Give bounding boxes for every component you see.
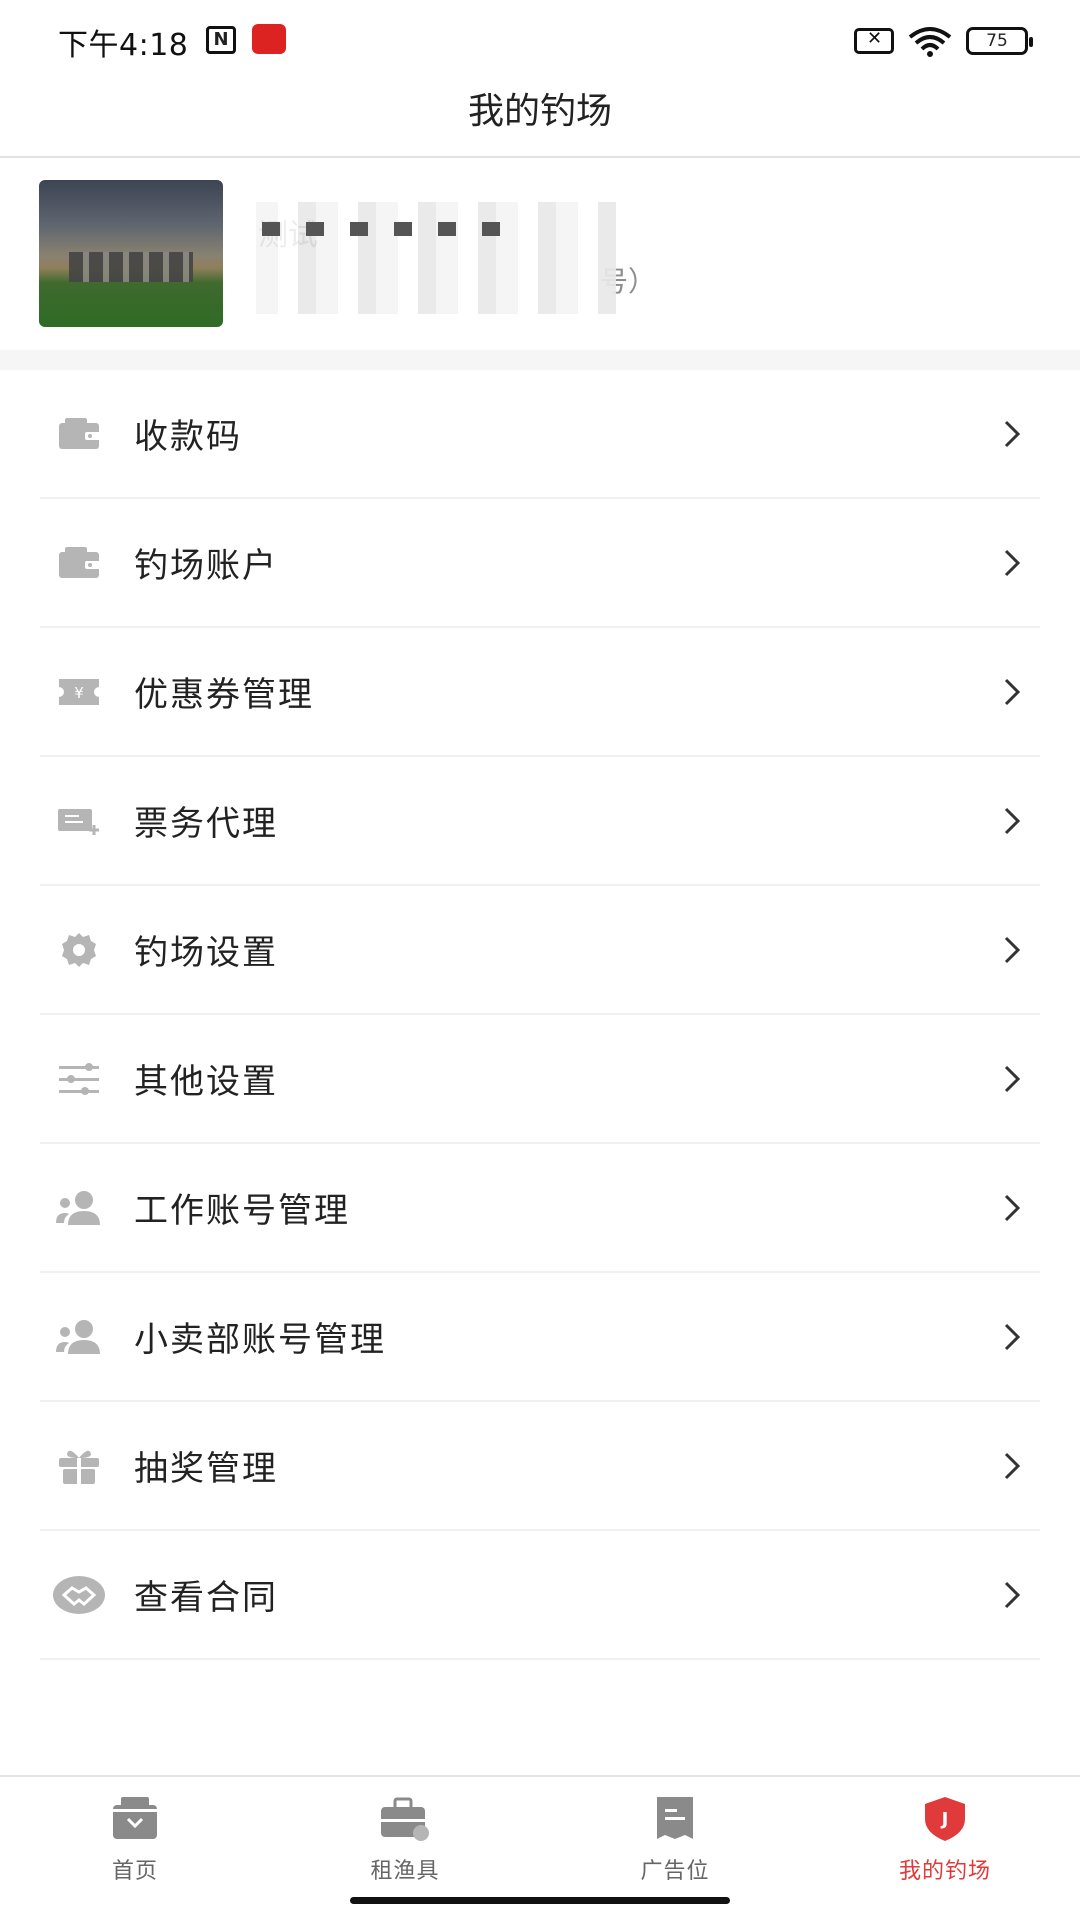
menu-item-other-settings[interactable]: 其他设置 [40, 1015, 1040, 1144]
app-notification-icon [252, 24, 286, 54]
gift-icon [50, 1437, 108, 1495]
menu-item-coupons[interactable]: ¥ 优惠券管理 [40, 628, 1040, 757]
tab-label: 首页 [111, 1859, 158, 1884]
chevron-right-icon [1004, 1194, 1021, 1221]
chevron-right-icon [1004, 1065, 1021, 1092]
tab-label: 我的钓场 [898, 1859, 991, 1884]
fishing-ground-profile[interactable]: 测试 号） [0, 160, 1080, 350]
menu-item-label: 其他设置 [134, 1062, 278, 1102]
fishing-ground-avatar[interactable] [39, 180, 223, 327]
svg-text:¥: ¥ [74, 684, 84, 702]
tab-label: 租渔具 [370, 1859, 440, 1884]
shield-j-icon: J [925, 1797, 965, 1841]
privacy-mosaic-dark [262, 222, 510, 236]
page-header: 我的钓场 [0, 80, 1080, 158]
menu-item-label: 抽奖管理 [134, 1449, 278, 1489]
ad-board-icon [657, 1797, 693, 1839]
toolbox-icon [381, 1797, 429, 1841]
home-indicator[interactable] [350, 1897, 730, 1904]
tab-my-fishing-ground[interactable]: J 我的钓场 [810, 1777, 1080, 1920]
sliders-icon [50, 1050, 108, 1108]
avatar-landscape-image [69, 252, 193, 282]
menu-item-shop-accounts[interactable]: 小卖部账号管理 [40, 1273, 1040, 1402]
home-box-icon [113, 1797, 157, 1839]
menu-item-label: 票务代理 [134, 804, 278, 844]
chevron-right-icon [1004, 807, 1021, 834]
menu-item-contract[interactable]: 查看合同 [40, 1531, 1040, 1660]
users-icon [50, 1308, 108, 1366]
chevron-right-icon [1004, 420, 1021, 447]
page-title: 我的钓场 [467, 91, 612, 132]
wallet-icon [50, 405, 108, 463]
chevron-right-icon [1004, 1323, 1021, 1350]
chevron-right-icon [1004, 936, 1021, 963]
nfc-icon: N [206, 26, 236, 54]
agent-ticket-icon [50, 792, 108, 850]
menu-item-label: 查看合同 [134, 1578, 278, 1618]
menu-item-ticket-agent[interactable]: 票务代理 [40, 757, 1040, 886]
menu-item-account[interactable]: 钓场账户 [40, 499, 1040, 628]
menu-item-label: 优惠券管理 [134, 675, 314, 715]
chevron-right-icon [1004, 678, 1021, 705]
menu-item-lottery[interactable]: 抽奖管理 [40, 1402, 1040, 1531]
users-icon [50, 1179, 108, 1237]
wallet-icon [50, 534, 108, 592]
chevron-right-icon [1004, 1581, 1021, 1608]
handshake-icon [50, 1566, 108, 1624]
menu-item-ground-settings[interactable]: 钓场设置 [40, 886, 1040, 1015]
battery-icon: 75 [966, 27, 1033, 55]
chevron-right-icon [1004, 1452, 1021, 1479]
menu-item-payment-code[interactable]: 收款码 [40, 370, 1040, 499]
privacy-mosaic [256, 202, 616, 314]
menu-list: 收款码 钓场账户 ¥ 优惠券管理 票务代理 钓场设置 其他设置 工作账号管理 小… [0, 370, 1080, 1660]
menu-item-label: 工作账号管理 [134, 1191, 350, 1231]
coupon-icon: ¥ [50, 663, 108, 721]
chevron-right-icon [1004, 549, 1021, 576]
section-divider [0, 350, 1080, 370]
no-sim-icon [854, 28, 894, 54]
svg-text:J: J [940, 1809, 949, 1830]
status-indicators: 75 [854, 24, 1033, 58]
tab-label: 广告位 [640, 1859, 710, 1884]
menu-item-staff-accounts[interactable]: 工作账号管理 [40, 1144, 1040, 1273]
menu-item-label: 钓场账户 [134, 546, 278, 586]
status-bar: 下午4:18 N 75 [0, 0, 1080, 80]
tab-home[interactable]: 首页 [0, 1777, 270, 1920]
menu-item-label: 钓场设置 [134, 933, 278, 973]
gear-icon [50, 921, 108, 979]
status-time: 下午4:18 [58, 28, 189, 63]
wifi-icon [908, 27, 952, 57]
menu-item-label: 收款码 [134, 417, 242, 457]
menu-item-label: 小卖部账号管理 [134, 1320, 386, 1360]
